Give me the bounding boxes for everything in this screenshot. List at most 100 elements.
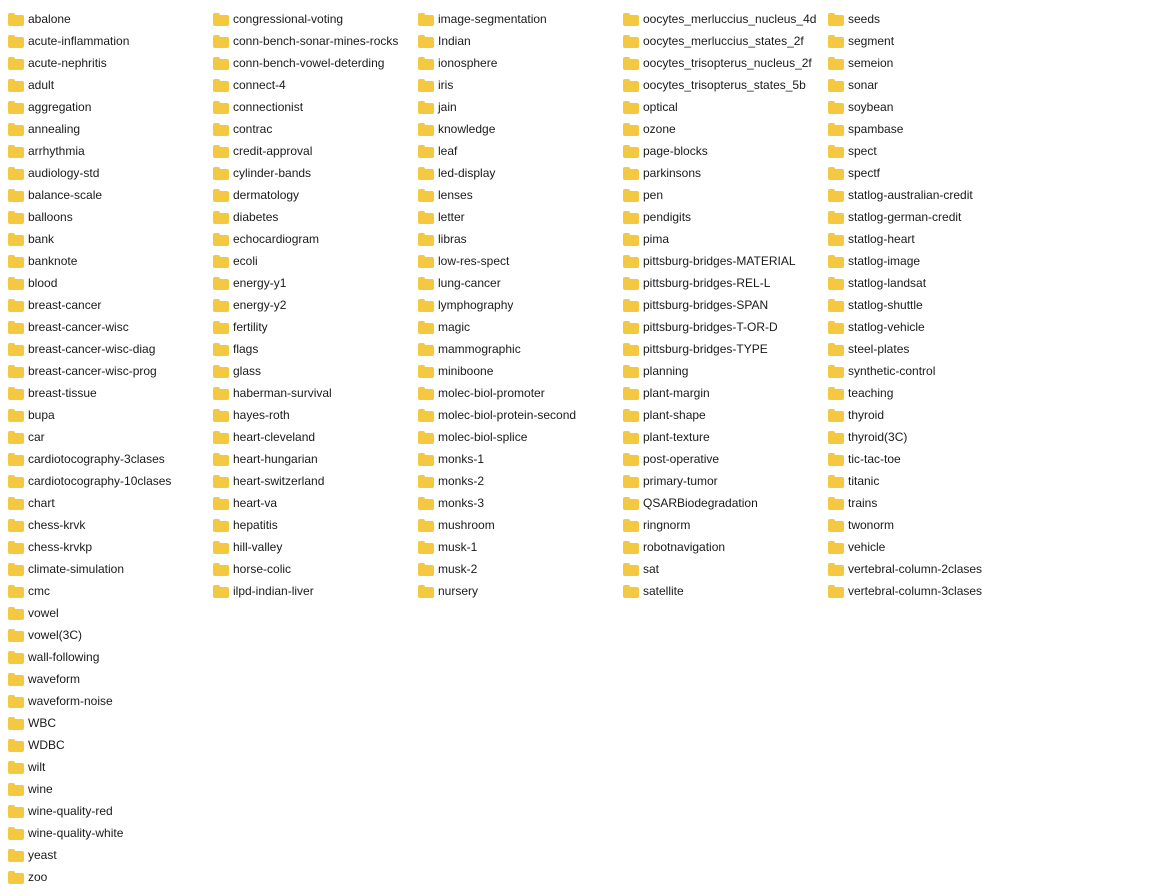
list-item[interactable]: musk-1 bbox=[414, 536, 619, 558]
list-item[interactable]: bupa bbox=[4, 404, 209, 426]
list-item[interactable]: statlog-german-credit bbox=[824, 206, 1029, 228]
list-item[interactable]: letter bbox=[414, 206, 619, 228]
list-item[interactable]: fertility bbox=[209, 316, 414, 338]
list-item[interactable]: twonorm bbox=[824, 514, 1029, 536]
list-item[interactable]: pittsburg-bridges-SPAN bbox=[619, 294, 824, 316]
list-item[interactable]: horse-colic bbox=[209, 558, 414, 580]
list-item[interactable]: annealing bbox=[4, 118, 209, 140]
list-item[interactable]: led-display bbox=[414, 162, 619, 184]
list-item[interactable]: contrac bbox=[209, 118, 414, 140]
list-item[interactable]: wine-quality-white bbox=[4, 822, 209, 844]
list-item[interactable]: breast-cancer-wisc bbox=[4, 316, 209, 338]
list-item[interactable]: acute-nephritis bbox=[4, 52, 209, 74]
list-item[interactable]: heart-hungarian bbox=[209, 448, 414, 470]
list-item[interactable]: diabetes bbox=[209, 206, 414, 228]
list-item[interactable]: titanic bbox=[824, 470, 1029, 492]
list-item[interactable]: chart bbox=[4, 492, 209, 514]
list-item[interactable]: leaf bbox=[414, 140, 619, 162]
list-item[interactable]: post-operative bbox=[619, 448, 824, 470]
list-item[interactable]: statlog-heart bbox=[824, 228, 1029, 250]
list-item[interactable]: connectionist bbox=[209, 96, 414, 118]
list-item[interactable]: monks-2 bbox=[414, 470, 619, 492]
list-item[interactable]: plant-margin bbox=[619, 382, 824, 404]
list-item[interactable]: waveform bbox=[4, 668, 209, 690]
list-item[interactable]: acute-inflammation bbox=[4, 30, 209, 52]
list-item[interactable]: audiology-std bbox=[4, 162, 209, 184]
list-item[interactable]: hepatitis bbox=[209, 514, 414, 536]
list-item[interactable]: statlog-vehicle bbox=[824, 316, 1029, 338]
list-item[interactable]: iris bbox=[414, 74, 619, 96]
list-item[interactable]: vertebral-column-3clases bbox=[824, 580, 1029, 602]
list-item[interactable]: segment bbox=[824, 30, 1029, 52]
list-item[interactable]: semeion bbox=[824, 52, 1029, 74]
list-item[interactable]: plant-shape bbox=[619, 404, 824, 426]
list-item[interactable]: ionosphere bbox=[414, 52, 619, 74]
list-item[interactable]: spect bbox=[824, 140, 1029, 162]
list-item[interactable]: WBC bbox=[4, 712, 209, 734]
list-item[interactable]: cmc bbox=[4, 580, 209, 602]
list-item[interactable]: chess-krvkp bbox=[4, 536, 209, 558]
list-item[interactable]: image-segmentation bbox=[414, 8, 619, 30]
list-item[interactable]: wall-following bbox=[4, 646, 209, 668]
list-item[interactable]: wine bbox=[4, 778, 209, 800]
list-item[interactable]: molec-biol-splice bbox=[414, 426, 619, 448]
list-item[interactable]: zoo bbox=[4, 866, 209, 888]
list-item[interactable]: mushroom bbox=[414, 514, 619, 536]
list-item[interactable]: aggregation bbox=[4, 96, 209, 118]
list-item[interactable]: abalone bbox=[4, 8, 209, 30]
list-item[interactable]: magic bbox=[414, 316, 619, 338]
list-item[interactable]: pen bbox=[619, 184, 824, 206]
list-item[interactable]: Indian bbox=[414, 30, 619, 52]
list-item[interactable]: oocytes_trisopterus_nucleus_2f bbox=[619, 52, 824, 74]
list-item[interactable]: chess-krvk bbox=[4, 514, 209, 536]
list-item[interactable]: ecoli bbox=[209, 250, 414, 272]
list-item[interactable]: optical bbox=[619, 96, 824, 118]
list-item[interactable]: heart-switzerland bbox=[209, 470, 414, 492]
list-item[interactable]: steel-plates bbox=[824, 338, 1029, 360]
list-item[interactable]: heart-va bbox=[209, 492, 414, 514]
list-item[interactable]: hill-valley bbox=[209, 536, 414, 558]
list-item[interactable]: low-res-spect bbox=[414, 250, 619, 272]
list-item[interactable]: jain bbox=[414, 96, 619, 118]
list-item[interactable]: thyroid(3C) bbox=[824, 426, 1029, 448]
list-item[interactable]: seeds bbox=[824, 8, 1029, 30]
list-item[interactable]: tic-tac-toe bbox=[824, 448, 1029, 470]
list-item[interactable]: flags bbox=[209, 338, 414, 360]
list-item[interactable]: lymphography bbox=[414, 294, 619, 316]
list-item[interactable]: energy-y1 bbox=[209, 272, 414, 294]
list-item[interactable]: cardiotocography-3clases bbox=[4, 448, 209, 470]
list-item[interactable]: arrhythmia bbox=[4, 140, 209, 162]
list-item[interactable]: molec-biol-promoter bbox=[414, 382, 619, 404]
list-item[interactable]: statlog-image bbox=[824, 250, 1029, 272]
list-item[interactable]: conn-bench-sonar-mines-rocks bbox=[209, 30, 414, 52]
list-item[interactable]: wilt bbox=[4, 756, 209, 778]
list-item[interactable]: monks-1 bbox=[414, 448, 619, 470]
list-item[interactable]: ozone bbox=[619, 118, 824, 140]
list-item[interactable]: oocytes_trisopterus_states_5b bbox=[619, 74, 824, 96]
list-item[interactable]: satellite bbox=[619, 580, 824, 602]
list-item[interactable]: statlog-australian-credit bbox=[824, 184, 1029, 206]
list-item[interactable]: musk-2 bbox=[414, 558, 619, 580]
list-item[interactable]: credit-approval bbox=[209, 140, 414, 162]
list-item[interactable]: waveform-noise bbox=[4, 690, 209, 712]
list-item[interactable]: lenses bbox=[414, 184, 619, 206]
list-item[interactable]: spectf bbox=[824, 162, 1029, 184]
list-item[interactable]: congressional-voting bbox=[209, 8, 414, 30]
list-item[interactable]: lung-cancer bbox=[414, 272, 619, 294]
list-item[interactable]: pima bbox=[619, 228, 824, 250]
list-item[interactable]: conn-bench-vowel-deterding bbox=[209, 52, 414, 74]
list-item[interactable]: parkinsons bbox=[619, 162, 824, 184]
list-item[interactable]: connect-4 bbox=[209, 74, 414, 96]
list-item[interactable]: vowel(3C) bbox=[4, 624, 209, 646]
list-item[interactable]: breast-cancer-wisc-prog bbox=[4, 360, 209, 382]
list-item[interactable]: trains bbox=[824, 492, 1029, 514]
list-item[interactable]: teaching bbox=[824, 382, 1029, 404]
list-item[interactable]: libras bbox=[414, 228, 619, 250]
list-item[interactable]: oocytes_merluccius_states_2f bbox=[619, 30, 824, 52]
list-item[interactable]: pittsburg-bridges-MATERIAL bbox=[619, 250, 824, 272]
list-item[interactable]: spambase bbox=[824, 118, 1029, 140]
list-item[interactable]: primary-tumor bbox=[619, 470, 824, 492]
list-item[interactable]: sonar bbox=[824, 74, 1029, 96]
list-item[interactable]: yeast bbox=[4, 844, 209, 866]
list-item[interactable]: pittsburg-bridges-REL-L bbox=[619, 272, 824, 294]
